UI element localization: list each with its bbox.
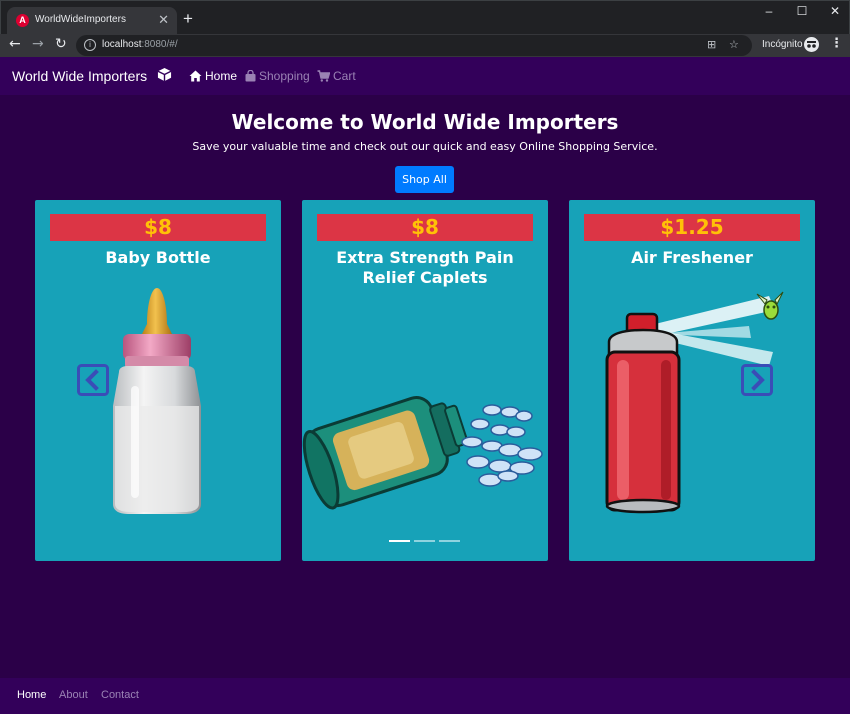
app-navbar: World Wide Importers Home Shopping Cart: [0, 57, 850, 95]
carousel-indicator-3[interactable]: [439, 540, 460, 542]
forward-arrow-icon[interactable]: →: [32, 36, 44, 52]
tab-title: WorldWideImporters: [35, 14, 126, 25]
home-icon: [189, 70, 202, 82]
nav-shopping-link[interactable]: Shopping: [245, 69, 310, 83]
brand-name[interactable]: World Wide Importers: [12, 68, 147, 84]
footer: Home About Contact: [0, 678, 850, 714]
carousel-indicator-2[interactable]: [414, 540, 435, 542]
close-window-icon[interactable]: ✕: [820, 4, 850, 18]
incognito-label: Incógnito: [762, 39, 803, 50]
nav-cart-link[interactable]: Cart: [317, 69, 356, 83]
shopping-bag-icon: [245, 69, 256, 82]
browser-tab-bar: A WorldWideImporters ✕ + – ☐ ✕: [0, 0, 850, 35]
carousel-next-icon[interactable]: [741, 364, 773, 396]
bookmark-star-icon[interactable]: ☆: [729, 38, 739, 51]
product-name: Baby Bottle: [105, 248, 211, 267]
product-price: $8: [317, 214, 533, 241]
nav-shopping-label: Shopping: [259, 69, 310, 83]
product-price: $8: [50, 214, 266, 241]
browser-toolbar: ← → ↻ i localhost:8080/#/ ⊞ ☆ Incógnito …: [0, 34, 850, 57]
pill-bottle-image: [302, 396, 543, 510]
menu-kebab-icon[interactable]: ⋮: [830, 36, 843, 51]
product-name: Air Freshener: [631, 248, 753, 267]
minimize-icon[interactable]: –: [754, 4, 784, 18]
product-card-air-freshener[interactable]: $1.25 Air Freshener: [569, 200, 815, 561]
shop-all-button[interactable]: Shop All: [395, 166, 454, 193]
carousel-prev-icon[interactable]: [77, 364, 109, 396]
address-bar[interactable]: i localhost:8080/#/ ⊞ ☆: [76, 35, 752, 56]
product-card-pain-relief-caplets[interactable]: $8 Extra Strength Pain Relief Caplets: [302, 200, 548, 561]
site-info-icon[interactable]: i: [84, 39, 96, 51]
nav-cart-label: Cart: [333, 69, 356, 83]
nav-home-link[interactable]: Home: [189, 69, 237, 83]
nav-home-label: Home: [205, 69, 238, 83]
carousel-indicator-1[interactable]: [389, 540, 410, 542]
footer-home-link[interactable]: Home: [17, 689, 46, 701]
incognito-avatar-icon[interactable]: [804, 37, 819, 52]
baby-bottle-image: [113, 288, 201, 514]
product-card-baby-bottle[interactable]: $8 Baby Bottle: [35, 200, 281, 561]
maximize-icon[interactable]: ☐: [787, 4, 817, 18]
url-text[interactable]: localhost:8080/#/: [102, 39, 178, 50]
cube-icon: [157, 67, 172, 82]
tab-close-icon[interactable]: ✕: [158, 12, 169, 28]
hero-subtitle: Save your valuable time and check out ou…: [192, 140, 658, 153]
angular-favicon-icon: A: [16, 14, 29, 27]
footer-about-link[interactable]: About: [59, 689, 88, 701]
air-freshener-can-image: [605, 291, 784, 514]
footer-contact-link[interactable]: Contact: [101, 689, 139, 701]
url-path: :8080/#/: [141, 39, 178, 50]
cart-icon: [317, 70, 331, 82]
url-host: localhost: [102, 39, 142, 50]
browser-tab[interactable]: A WorldWideImporters ✕: [7, 7, 177, 35]
new-tab-icon[interactable]: +: [183, 9, 193, 29]
product-name: Extra Strength Pain Relief Caplets: [336, 248, 514, 287]
translate-icon[interactable]: ⊞: [707, 38, 716, 51]
reload-icon[interactable]: ↻: [55, 36, 67, 52]
back-arrow-icon[interactable]: ←: [9, 36, 21, 52]
product-price: $1.25: [584, 214, 800, 241]
hero-title: Welcome to World Wide Importers: [231, 110, 619, 134]
